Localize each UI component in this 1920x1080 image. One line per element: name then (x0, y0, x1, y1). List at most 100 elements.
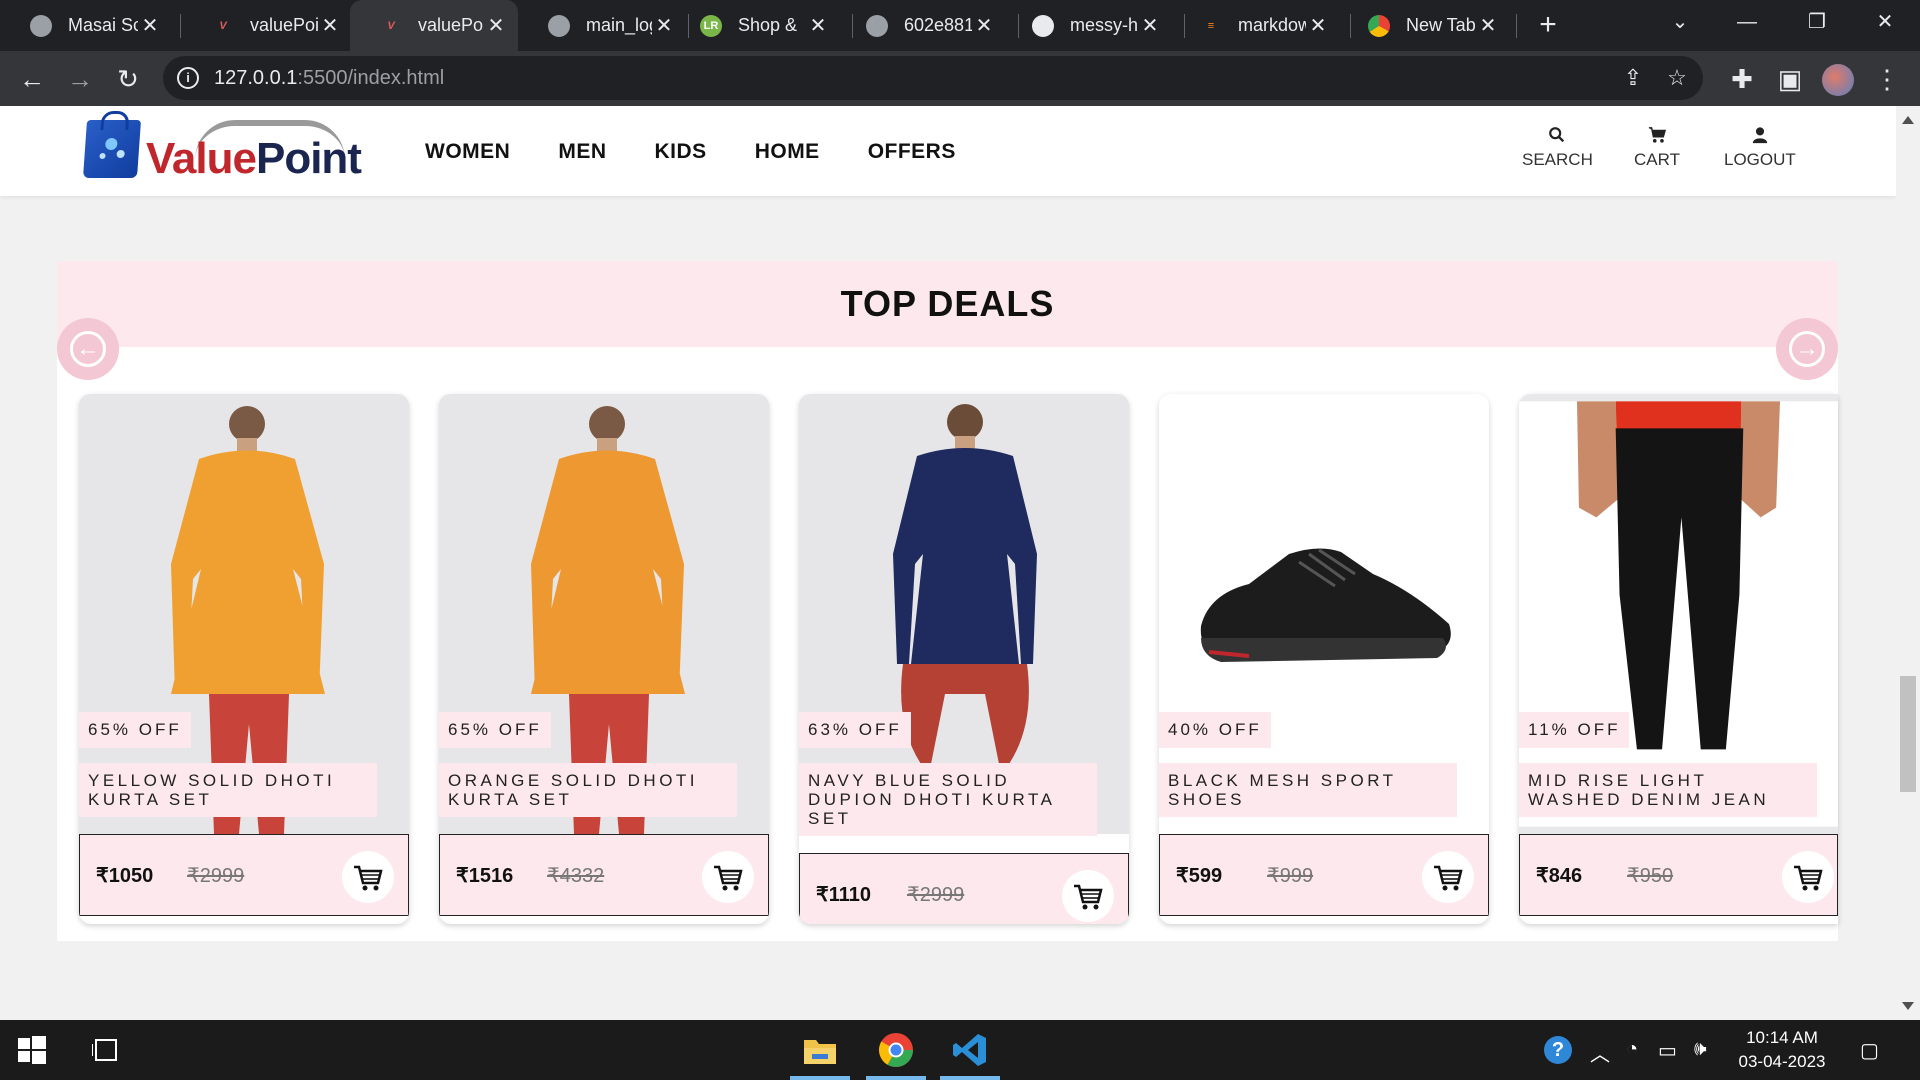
help-icon[interactable]: ? (1544, 1036, 1572, 1064)
add-to-cart-button[interactable] (702, 851, 754, 903)
close-icon[interactable]: ✕ (1306, 13, 1330, 38)
new-tab-button[interactable]: + (1530, 8, 1566, 44)
product-card[interactable]: 11% OFF MID RISE LIGHT WASHED DENIM JEAN… (1519, 394, 1838, 924)
browser-tab[interactable]: LR Shop & ✕ (670, 0, 840, 51)
share-icon[interactable]: ⇪ (1619, 64, 1647, 92)
forward-icon[interactable]: → (60, 59, 100, 99)
address-bar[interactable]: i 127.0.0.1:5500/index.html ⇪ ☆ (163, 56, 1703, 100)
section-title: TOP DEALS (840, 283, 1055, 324)
profile-avatar[interactable] (1822, 64, 1854, 96)
github-icon (1032, 14, 1054, 37)
system-clock[interactable]: 10:14 AM 03-04-2023 (1736, 1026, 1828, 1074)
cart-button[interactable]: CART (1634, 126, 1680, 170)
back-icon[interactable]: ← (12, 59, 52, 99)
close-icon[interactable]: ✕ (138, 13, 162, 38)
browser-tab[interactable]: New Tab ✕ (1338, 0, 1510, 51)
cart-icon (714, 865, 743, 891)
cart-icon (1794, 865, 1823, 891)
original-price: ₹950 (1627, 865, 1674, 887)
close-icon[interactable]: ✕ (318, 13, 342, 38)
valuepoint-logo[interactable]: ValuePoint (82, 120, 367, 183)
arrow-right-icon: → (1789, 331, 1825, 367)
browser-tab[interactable]: V valuePoi ✕ (182, 0, 352, 51)
nav-kids[interactable]: KIDS (655, 140, 707, 164)
browser-tab[interactable]: 602e881 ✕ (836, 0, 1006, 51)
side-panel-icon[interactable]: ▣ (1770, 59, 1810, 99)
search-button[interactable]: SEARCH (1522, 126, 1593, 170)
minimize-button[interactable]: — (1712, 0, 1782, 45)
nav-women[interactable]: WOMEN (425, 140, 510, 164)
nav-men[interactable]: MEN (558, 140, 606, 164)
nav-offers[interactable]: OFFERS (868, 140, 956, 164)
tab-search-icon[interactable]: ⌄ (1645, 0, 1715, 45)
product-price: ₹846 (1536, 865, 1583, 887)
windows-taskbar: ? ︿ ◔ ▭ 🕪 10:14 AM 03-04-2023 ▢ (0, 1020, 1920, 1080)
lr-icon: LR (700, 14, 722, 37)
browser-tab[interactable]: messy-h ✕ (1002, 0, 1172, 51)
price-box: ₹599 ₹999 (1159, 834, 1489, 916)
product-card[interactable]: 65% OFF YELLOW SOLID DHOTI KURTA SET ₹10… (79, 394, 409, 924)
product-name[interactable]: MID RISE LIGHT WASHED DENIM JEAN (1519, 763, 1817, 817)
site-header: ValuePoint WOMEN MEN KIDS HOME OFFERS SE… (0, 106, 1896, 196)
product-name[interactable]: ORANGE SOLID DHOTI KURTA SET (439, 763, 737, 817)
volume-icon[interactable]: 🕪 (1694, 1038, 1707, 1061)
extensions-icon[interactable]: ✚ (1722, 59, 1762, 99)
add-to-cart-button[interactable] (1782, 851, 1834, 903)
close-icon[interactable]: ✕ (972, 13, 996, 38)
product-card[interactable]: 65% OFF ORANGE SOLID DHOTI KURTA SET ₹15… (439, 394, 769, 924)
url-text[interactable]: 127.0.0.1:5500/index.html (214, 67, 444, 90)
page-scrollbar[interactable] (1896, 106, 1920, 1020)
battery-icon[interactable]: ▭ (1658, 1038, 1677, 1063)
carousel-next-button[interactable]: → (1776, 318, 1838, 380)
restore-button[interactable]: ❐ (1782, 0, 1852, 45)
discount-badge: 40% OFF (1159, 712, 1271, 748)
wifi-icon[interactable]: ◔ (1626, 1038, 1638, 1061)
product-name[interactable]: BLACK MESH SPORT SHOES (1159, 763, 1457, 817)
chevron-up-icon[interactable]: ︿ (1590, 1038, 1610, 1067)
task-view-icon[interactable] (92, 1036, 120, 1064)
product-name[interactable]: YELLOW SOLID DHOTI KURTA SET (79, 763, 377, 817)
chrome-taskbar-icon[interactable] (876, 1030, 916, 1070)
browser-tab[interactable]: main_log ✕ (518, 0, 686, 51)
product-card[interactable]: 63% OFF NAVY BLUE SOLID DUPION DHOTI KUR… (799, 394, 1129, 924)
scroll-up-arrow-icon[interactable] (1902, 116, 1914, 124)
logo-text: ValuePoint (146, 134, 362, 183)
product-name[interactable]: NAVY BLUE SOLID DUPION DHOTI KURTA SET (799, 763, 1097, 836)
tab-title: markdow (1238, 15, 1306, 35)
browser-tab[interactable]: ≡ markdow ✕ (1170, 0, 1340, 51)
product-card[interactable]: 40% OFF BLACK MESH SPORT SHOES ₹599 ₹999 (1159, 394, 1489, 924)
carousel-prev-button[interactable]: ← (57, 318, 119, 380)
file-explorer-icon[interactable] (800, 1030, 840, 1070)
browser-tab[interactable]: Masai Sc ✕ (0, 0, 172, 51)
windows-start-icon[interactable] (16, 1034, 48, 1066)
close-window-button[interactable]: ✕ (1850, 0, 1920, 45)
logout-button[interactable]: LOGOUT (1724, 126, 1796, 170)
close-icon[interactable]: ✕ (806, 13, 830, 38)
add-to-cart-button[interactable] (342, 851, 394, 903)
page-viewport: ValuePoint WOMEN MEN KIDS HOME OFFERS SE… (0, 106, 1920, 1020)
vscode-icon[interactable] (950, 1030, 990, 1070)
browser-tab-active[interactable]: V valuePoi ✕ (350, 0, 518, 51)
add-to-cart-button[interactable] (1062, 870, 1114, 922)
shopping-bag-icon (82, 120, 142, 178)
scroll-down-arrow-icon[interactable] (1902, 1002, 1914, 1010)
scroll-thumb[interactable] (1900, 676, 1916, 792)
tab-title: 602e881 (904, 15, 972, 35)
menu-icon[interactable]: ⋮ (1867, 59, 1907, 99)
browser-tab-strip: Masai Sc ✕ V valuePoi ✕ V valuePoi ✕ mai… (0, 0, 1920, 51)
tab-title: valuePoi (418, 15, 484, 35)
reload-icon[interactable]: ↻ (108, 59, 148, 99)
nav-home[interactable]: HOME (755, 140, 820, 164)
taskbar-active-indicator (866, 1076, 926, 1080)
add-to-cart-button[interactable] (1422, 851, 1474, 903)
product-price: ₹1050 (96, 865, 154, 887)
bookmark-star-icon[interactable]: ☆ (1663, 64, 1691, 92)
price-box: ₹846 ₹950 (1519, 834, 1838, 916)
close-icon[interactable]: ✕ (1476, 13, 1500, 38)
close-icon[interactable]: ✕ (484, 13, 508, 38)
close-icon[interactable]: ✕ (1138, 13, 1162, 38)
info-icon[interactable]: i (177, 67, 199, 89)
price-box: ₹1516 ₹4332 (439, 834, 769, 916)
notification-icon[interactable]: ▢ (1860, 1038, 1879, 1063)
discount-badge: 65% OFF (439, 712, 551, 748)
